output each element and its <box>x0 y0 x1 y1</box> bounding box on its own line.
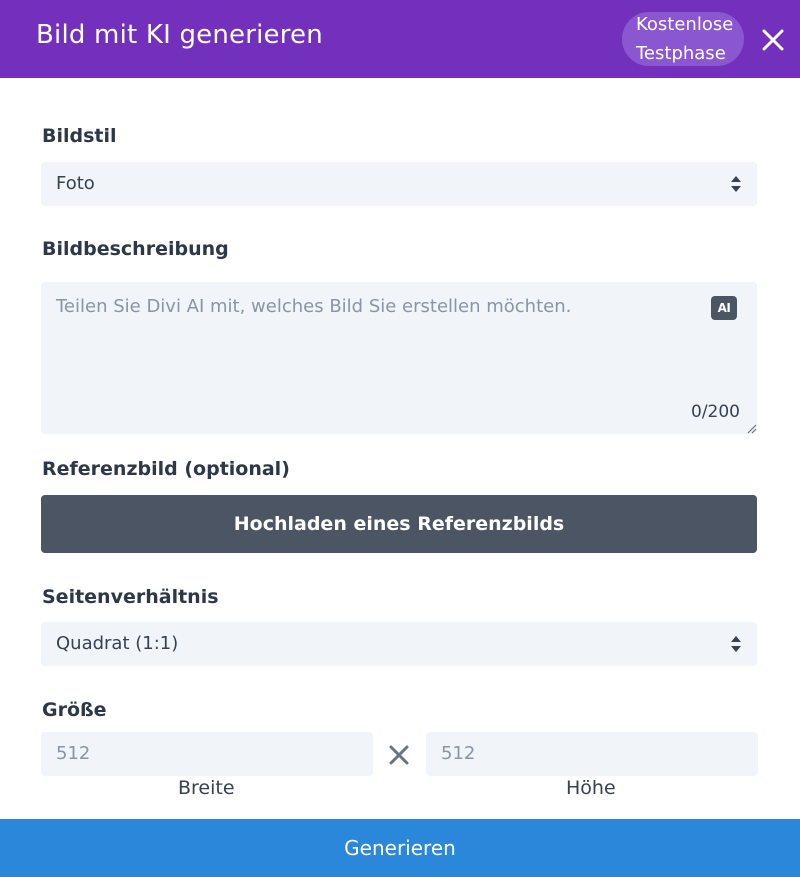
select-arrows-icon <box>731 636 741 652</box>
aspect-ratio-label: Seitenverhältnis <box>42 586 219 608</box>
aspect-ratio-value: Quadrat (1:1) <box>56 633 179 654</box>
ai-icon[interactable]: AI <box>711 296 737 320</box>
height-input[interactable]: 512 <box>426 732 758 776</box>
free-trial-button[interactable]: Kostenlose Testphase <box>622 12 744 66</box>
modal-header: Bild mit KI generieren Kostenlose Testph… <box>0 0 800 78</box>
width-input[interactable]: 512 <box>41 732 373 776</box>
resize-handle-icon[interactable] <box>745 422 757 434</box>
select-arrows-icon <box>731 176 741 192</box>
upload-reference-button[interactable]: Hochladen eines Referenzbilds <box>41 495 757 553</box>
size-label: Größe <box>42 699 107 721</box>
image-description-label: Bildbeschreibung <box>42 238 229 260</box>
image-style-label: Bildstil <box>42 125 117 147</box>
image-description-textarea[interactable]: Teilen Sie Divi AI mit, welches Bild Sie… <box>41 282 757 434</box>
character-counter: 0/200 <box>691 402 740 422</box>
width-label: Breite <box>178 777 235 799</box>
height-value: 512 <box>441 743 476 764</box>
image-style-value: Foto <box>56 173 95 194</box>
close-button[interactable] <box>758 22 788 56</box>
height-label: Höhe <box>566 777 616 799</box>
generate-button[interactable]: Generieren <box>0 819 800 877</box>
reference-image-label: Referenzbild (optional) <box>42 458 290 480</box>
free-trial-line2: Testphase <box>636 43 726 64</box>
aspect-ratio-select[interactable]: Quadrat (1:1) <box>41 622 757 666</box>
free-trial-line1: Kostenlose <box>636 14 734 35</box>
multiply-icon <box>389 745 409 765</box>
modal-title: Bild mit KI generieren <box>36 20 323 50</box>
close-icon <box>762 29 784 51</box>
width-value: 512 <box>56 743 91 764</box>
description-placeholder: Teilen Sie Divi AI mit, welches Bild Sie… <box>56 296 572 317</box>
image-style-select[interactable]: Foto <box>41 162 757 206</box>
